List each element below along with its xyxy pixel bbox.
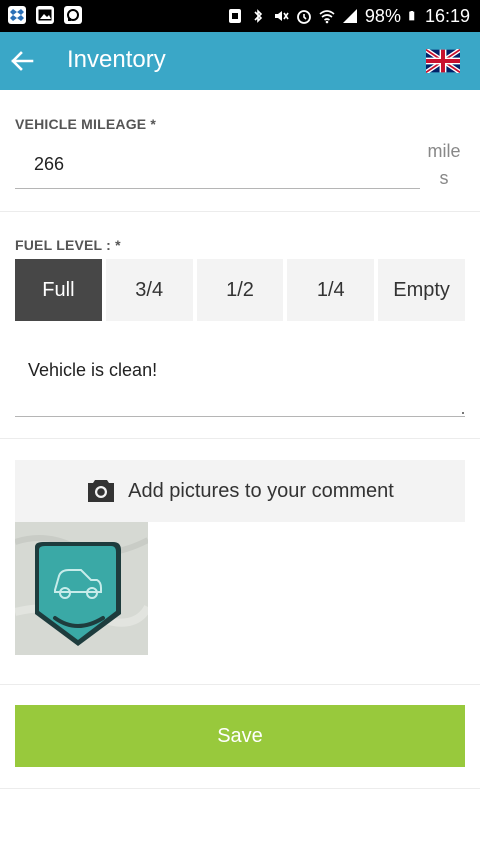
fuel-option-half[interactable]: 1/2 xyxy=(196,259,284,321)
add-pictures-label: Add pictures to your comment xyxy=(128,479,394,502)
screenshot-icon xyxy=(228,9,241,23)
camera-icon xyxy=(88,480,115,502)
chat-icon xyxy=(64,6,82,24)
wifi-icon xyxy=(319,10,335,24)
fuel-option-three-quarters[interactable]: 3/4 xyxy=(105,259,193,321)
comment-underline xyxy=(15,416,465,417)
status-bar: 98% 16:19 xyxy=(0,0,480,32)
battery-icon xyxy=(409,11,415,21)
fuel-level-label: FUEL LEVEL : * xyxy=(15,237,121,253)
clock: 16:19 xyxy=(424,6,470,26)
signal-icon xyxy=(342,9,357,23)
mileage-label: VEHICLE MILEAGE * xyxy=(15,116,157,132)
notification-icons xyxy=(8,6,82,24)
save-button[interactable]: Save xyxy=(15,705,465,767)
mileage-input[interactable]: 266 xyxy=(34,154,64,175)
picture-thumbnail[interactable] xyxy=(15,522,148,655)
uk-flag-icon[interactable] xyxy=(426,49,460,73)
fuel-option-quarter[interactable]: 1/4 xyxy=(287,259,375,321)
dropbox-icon xyxy=(8,6,26,24)
divider xyxy=(0,788,480,789)
vehicle-badge-image xyxy=(15,522,148,655)
divider xyxy=(0,211,480,212)
mileage-unit: miles xyxy=(427,141,461,188)
comment-textarea[interactable]: Vehicle is clean! xyxy=(28,360,157,381)
alarm-icon xyxy=(297,10,311,24)
bluetooth-icon xyxy=(254,9,263,23)
page-title: Inventory xyxy=(67,46,166,73)
app-bar: Inventory xyxy=(0,32,480,90)
fuel-option-empty[interactable]: Empty xyxy=(378,259,465,321)
add-pictures-button[interactable]: Add pictures to your comment xyxy=(15,460,465,522)
fuel-level-selector: Full 3/4 1/2 1/4 Empty xyxy=(15,259,465,321)
arrow-left-icon[interactable] xyxy=(10,49,34,73)
mute-icon xyxy=(274,11,289,21)
system-icons: 98% 16:19 xyxy=(227,4,470,28)
textarea-resize-handle[interactable] xyxy=(462,412,464,414)
fuel-option-full[interactable]: Full xyxy=(15,259,102,321)
divider xyxy=(0,684,480,685)
divider xyxy=(0,438,480,439)
mileage-underline xyxy=(15,188,420,189)
battery-percent: 98% xyxy=(364,6,401,26)
gallery-icon xyxy=(36,6,54,24)
